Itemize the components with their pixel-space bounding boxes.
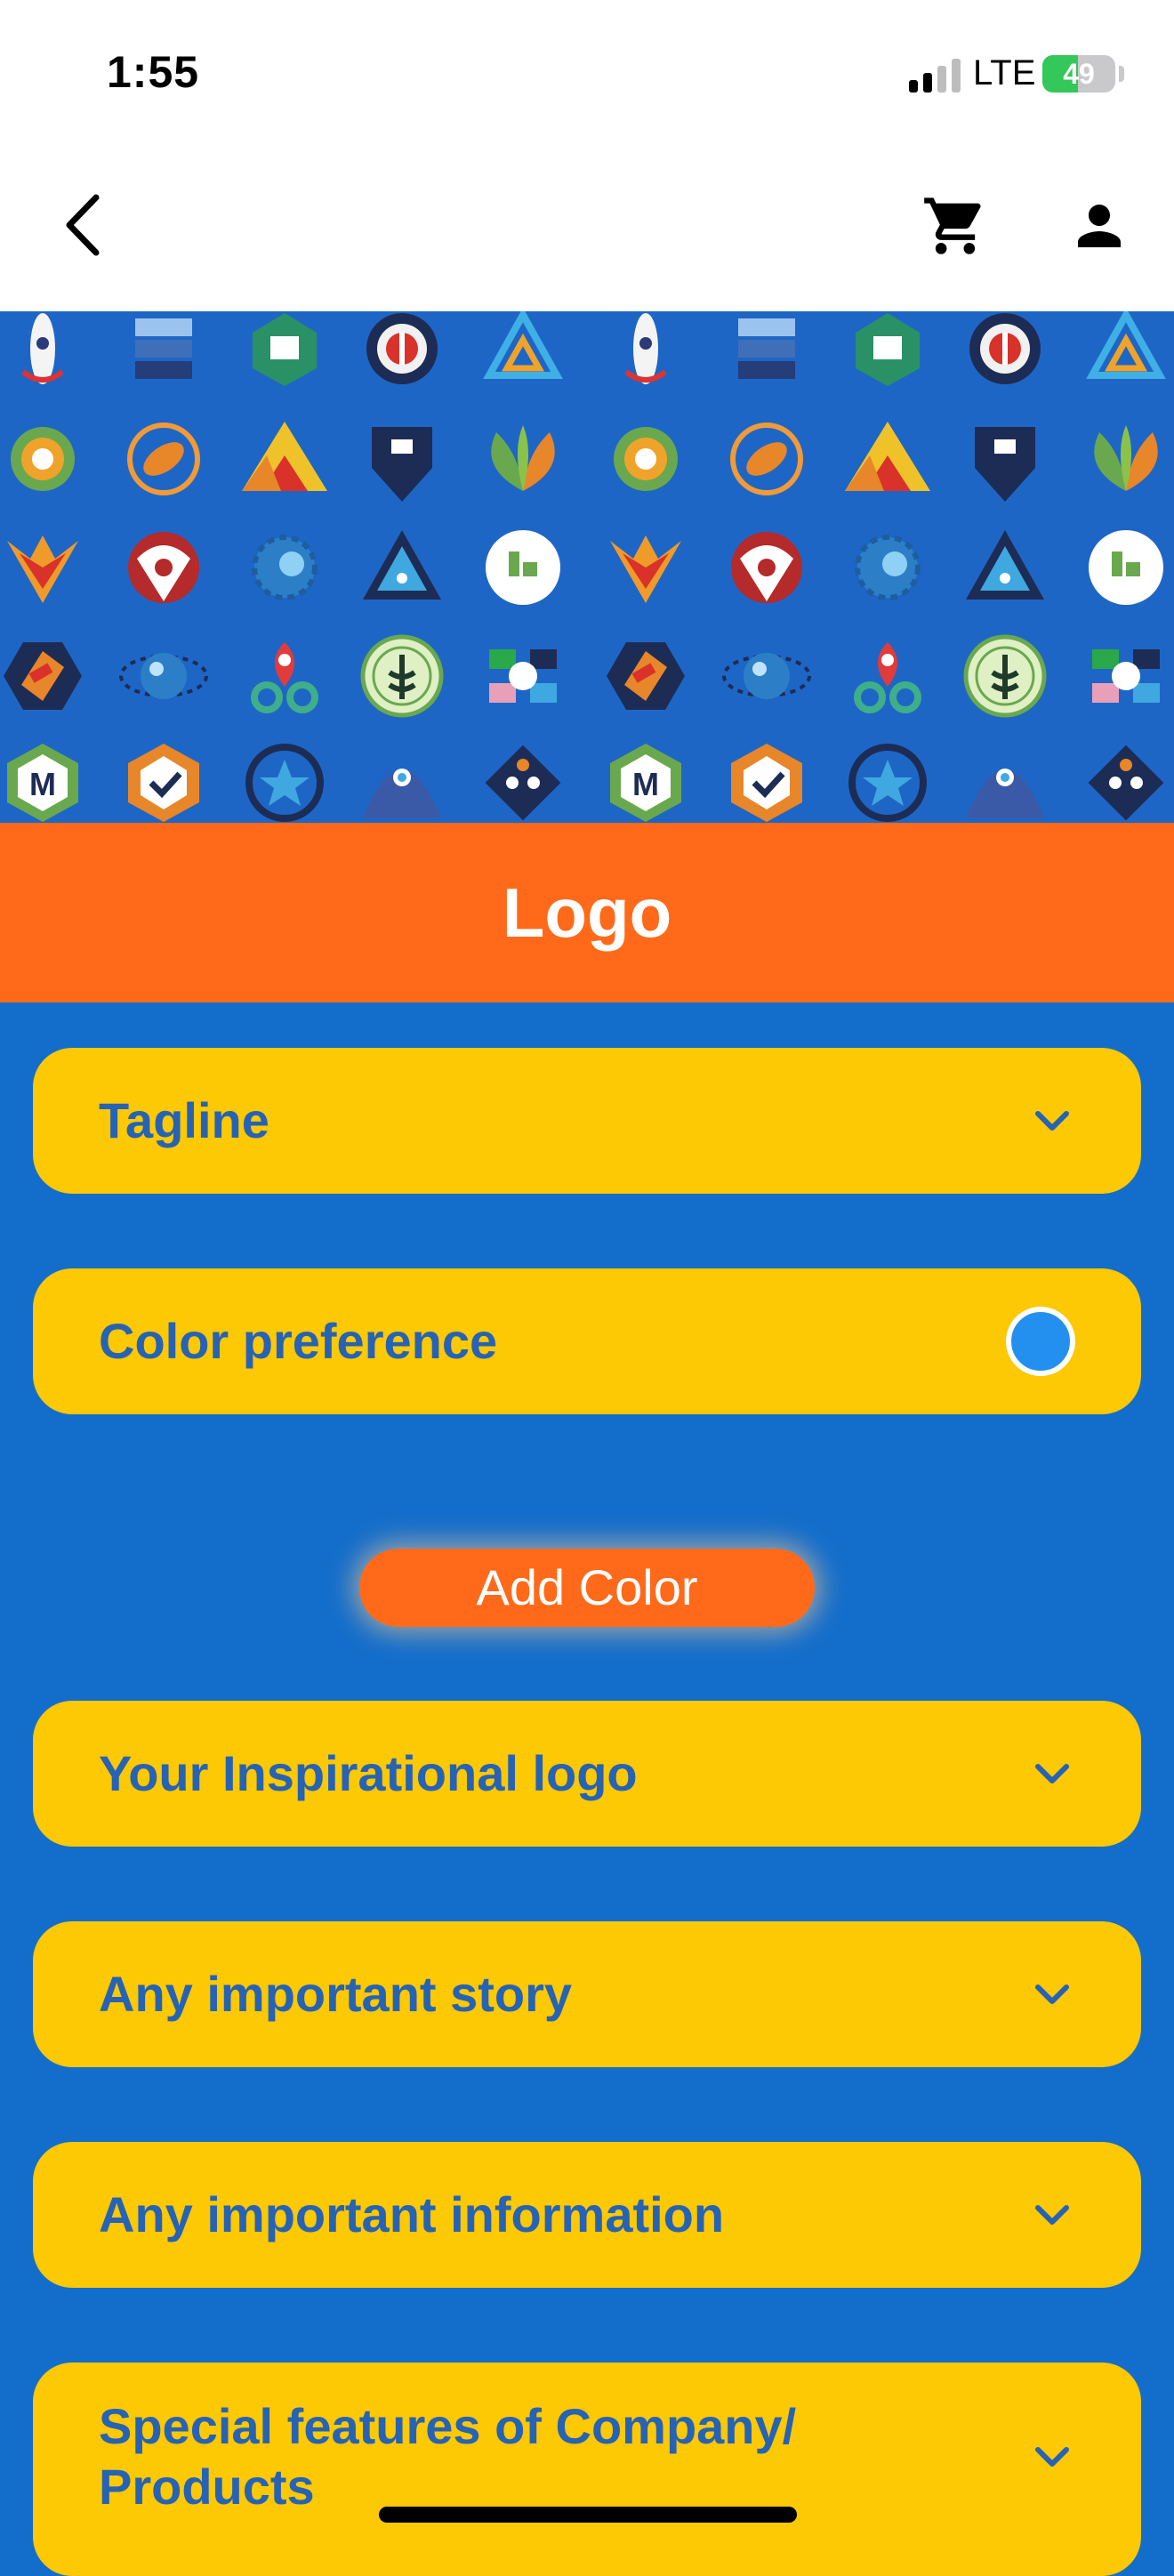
color-preference-label: Color preference	[99, 1313, 498, 1369]
logo-pattern-image: M	[4, 311, 1164, 823]
logo-pattern-tiles	[4, 313, 1164, 822]
nav-bar	[0, 151, 1174, 311]
status-bar: 1:55 LTE 49	[0, 0, 1174, 151]
chevron-down-icon	[1035, 2447, 1069, 2467]
chevron-down-icon	[1035, 1764, 1069, 1783]
battery-icon: 49	[1042, 55, 1115, 93]
color-preference-field[interactable]: Color preference	[33, 1268, 1141, 1414]
back-icon[interactable]	[60, 192, 105, 258]
add-color-button[interactable]: Add Color	[359, 1549, 815, 1627]
inspirational-logo-dropdown[interactable]: Your Inspirational logo	[33, 1701, 1141, 1847]
person-icon[interactable]	[1067, 194, 1131, 258]
important-information-dropdown[interactable]: Any important information	[33, 2142, 1141, 2288]
color-swatch[interactable]	[1006, 1307, 1075, 1376]
home-indicator	[379, 2507, 797, 2523]
chevron-down-icon	[1035, 2205, 1069, 2225]
tagline-label: Tagline	[99, 1092, 269, 1148]
chevron-down-icon	[1035, 1984, 1069, 2004]
network-label: LTE	[973, 53, 1036, 93]
inspirational-logo-label: Your Inspirational logo	[99, 1745, 638, 1801]
special-features-dropdown[interactable]: Special features of Company/ Products	[33, 2363, 1141, 2576]
tagline-dropdown[interactable]: Tagline	[33, 1048, 1141, 1194]
battery-percent: 49	[1063, 58, 1095, 90]
logo-samples-banner: M	[0, 311, 1174, 823]
signal-icon	[909, 59, 961, 93]
important-story-dropdown[interactable]: Any important story	[33, 1921, 1141, 2067]
page-title: Logo	[502, 873, 672, 952]
chevron-down-icon	[1035, 1111, 1069, 1131]
battery-cap	[1119, 66, 1124, 82]
important-story-label: Any important story	[99, 1966, 573, 2022]
status-time: 1:55	[107, 47, 200, 97]
important-information-label: Any important information	[99, 2186, 725, 2242]
cart-icon[interactable]	[921, 192, 989, 260]
page-title-bar: Logo	[0, 823, 1174, 1002]
